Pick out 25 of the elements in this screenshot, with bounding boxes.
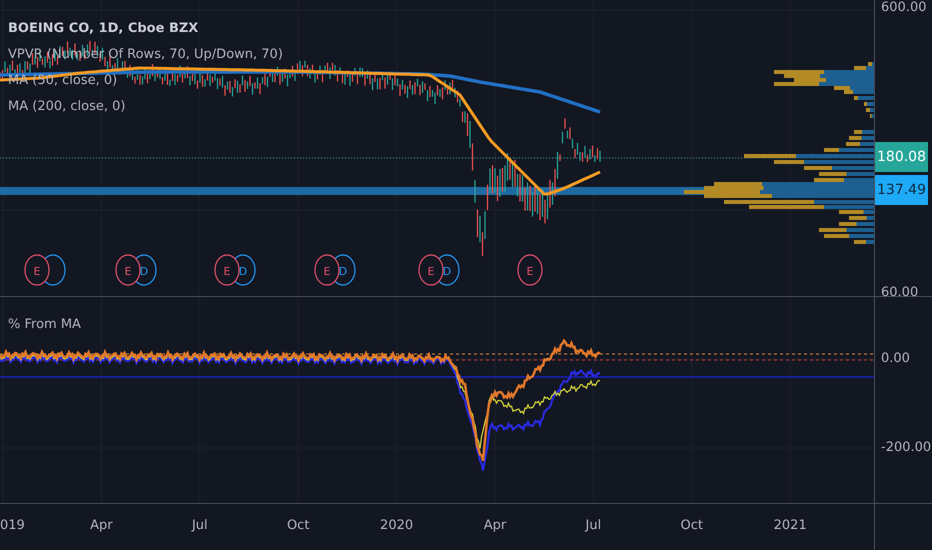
price-label: 180.08 xyxy=(875,142,928,172)
time-axis-label: 2020 xyxy=(380,518,414,533)
chart-title: BOEING CO, 1D, Cboe BZX xyxy=(8,20,200,37)
value-axis-label: -200.00 xyxy=(881,439,932,457)
earnings-marker[interactable]: E xyxy=(24,254,50,286)
time-axis-label: Apr xyxy=(484,518,506,533)
price-axis-label: 60.00 xyxy=(881,284,918,302)
value-axis-label: 0.00 xyxy=(881,350,910,368)
time-axis-label: Oct xyxy=(680,518,704,533)
indicator-label: MA (200, close, 0) xyxy=(8,98,126,115)
time-axis-label: 2021 xyxy=(774,518,807,533)
earnings-marker[interactable]: E xyxy=(418,254,444,286)
earnings-marker[interactable]: E xyxy=(115,254,141,286)
price-axis-label: 600.00 xyxy=(881,0,926,17)
earnings-marker[interactable]: E xyxy=(214,254,240,286)
time-axis-label: Jul xyxy=(192,518,208,533)
dividend-marker[interactable] xyxy=(44,254,66,286)
time-axis-label: Oct xyxy=(286,518,310,533)
time-axis-label: Jul xyxy=(586,518,602,533)
pane-title: % From MA xyxy=(8,317,81,332)
price-label: 137.49 xyxy=(875,175,928,206)
time-axis-label: Apr xyxy=(90,518,113,533)
earnings-marker[interactable]: E xyxy=(517,254,543,286)
earnings-marker[interactable]: E xyxy=(314,254,340,286)
time-axis-label: 019 xyxy=(0,518,25,533)
